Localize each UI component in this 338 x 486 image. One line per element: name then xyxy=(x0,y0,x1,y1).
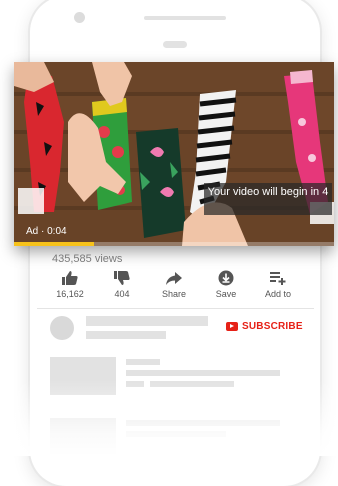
recommended-title-placeholder xyxy=(126,370,280,376)
front-camera xyxy=(74,12,85,23)
like-button[interactable]: 16,162 xyxy=(48,270,92,299)
view-count: 435,585 views xyxy=(52,253,123,265)
bottom-fade xyxy=(0,380,338,456)
countdown-text: Your video will begin in 4 xyxy=(207,186,329,198)
add-to-queue-icon xyxy=(270,272,286,285)
channel-name-placeholder xyxy=(86,316,208,326)
youtube-logo-icon xyxy=(226,322,238,331)
like-count: 16,162 xyxy=(56,289,84,299)
ad-progress-bar[interactable] xyxy=(14,242,334,246)
save-label: Save xyxy=(215,289,237,299)
dislike-count: 404 xyxy=(114,289,130,299)
add-to-button[interactable]: Add to xyxy=(256,270,300,299)
section-divider xyxy=(37,308,314,309)
video-player[interactable]: Your video will begin in 4 Ad · 0:04 xyxy=(14,62,334,246)
share-button[interactable]: Share xyxy=(152,270,196,299)
thumbs-down-icon xyxy=(114,271,130,285)
dislike-button[interactable]: 404 xyxy=(100,270,144,299)
share-icon xyxy=(166,272,182,285)
subscribe-button[interactable]: SUBSCRIBE xyxy=(226,321,303,332)
subscriber-count-placeholder xyxy=(86,331,166,339)
save-button[interactable]: Save xyxy=(204,270,248,299)
channel-avatar-placeholder[interactable] xyxy=(50,316,74,340)
speaker-grille xyxy=(144,16,226,20)
video-action-bar: 16,162 404 Share Save Add to xyxy=(48,270,308,306)
thumbs-up-icon xyxy=(62,271,78,285)
video-frame-socks xyxy=(14,62,334,246)
proximity-sensor xyxy=(163,41,187,48)
ad-timer-label: Ad · 0:04 xyxy=(26,226,67,237)
add-to-label: Add to xyxy=(264,289,292,299)
ad-progress-fill xyxy=(14,242,94,246)
recommended-title-placeholder xyxy=(126,359,160,365)
save-icon xyxy=(218,270,234,286)
ad-countdown-overlay: Your video will begin in 4 xyxy=(204,183,332,215)
share-label: Share xyxy=(161,289,187,299)
subscribe-label: SUBSCRIBE xyxy=(242,321,303,332)
